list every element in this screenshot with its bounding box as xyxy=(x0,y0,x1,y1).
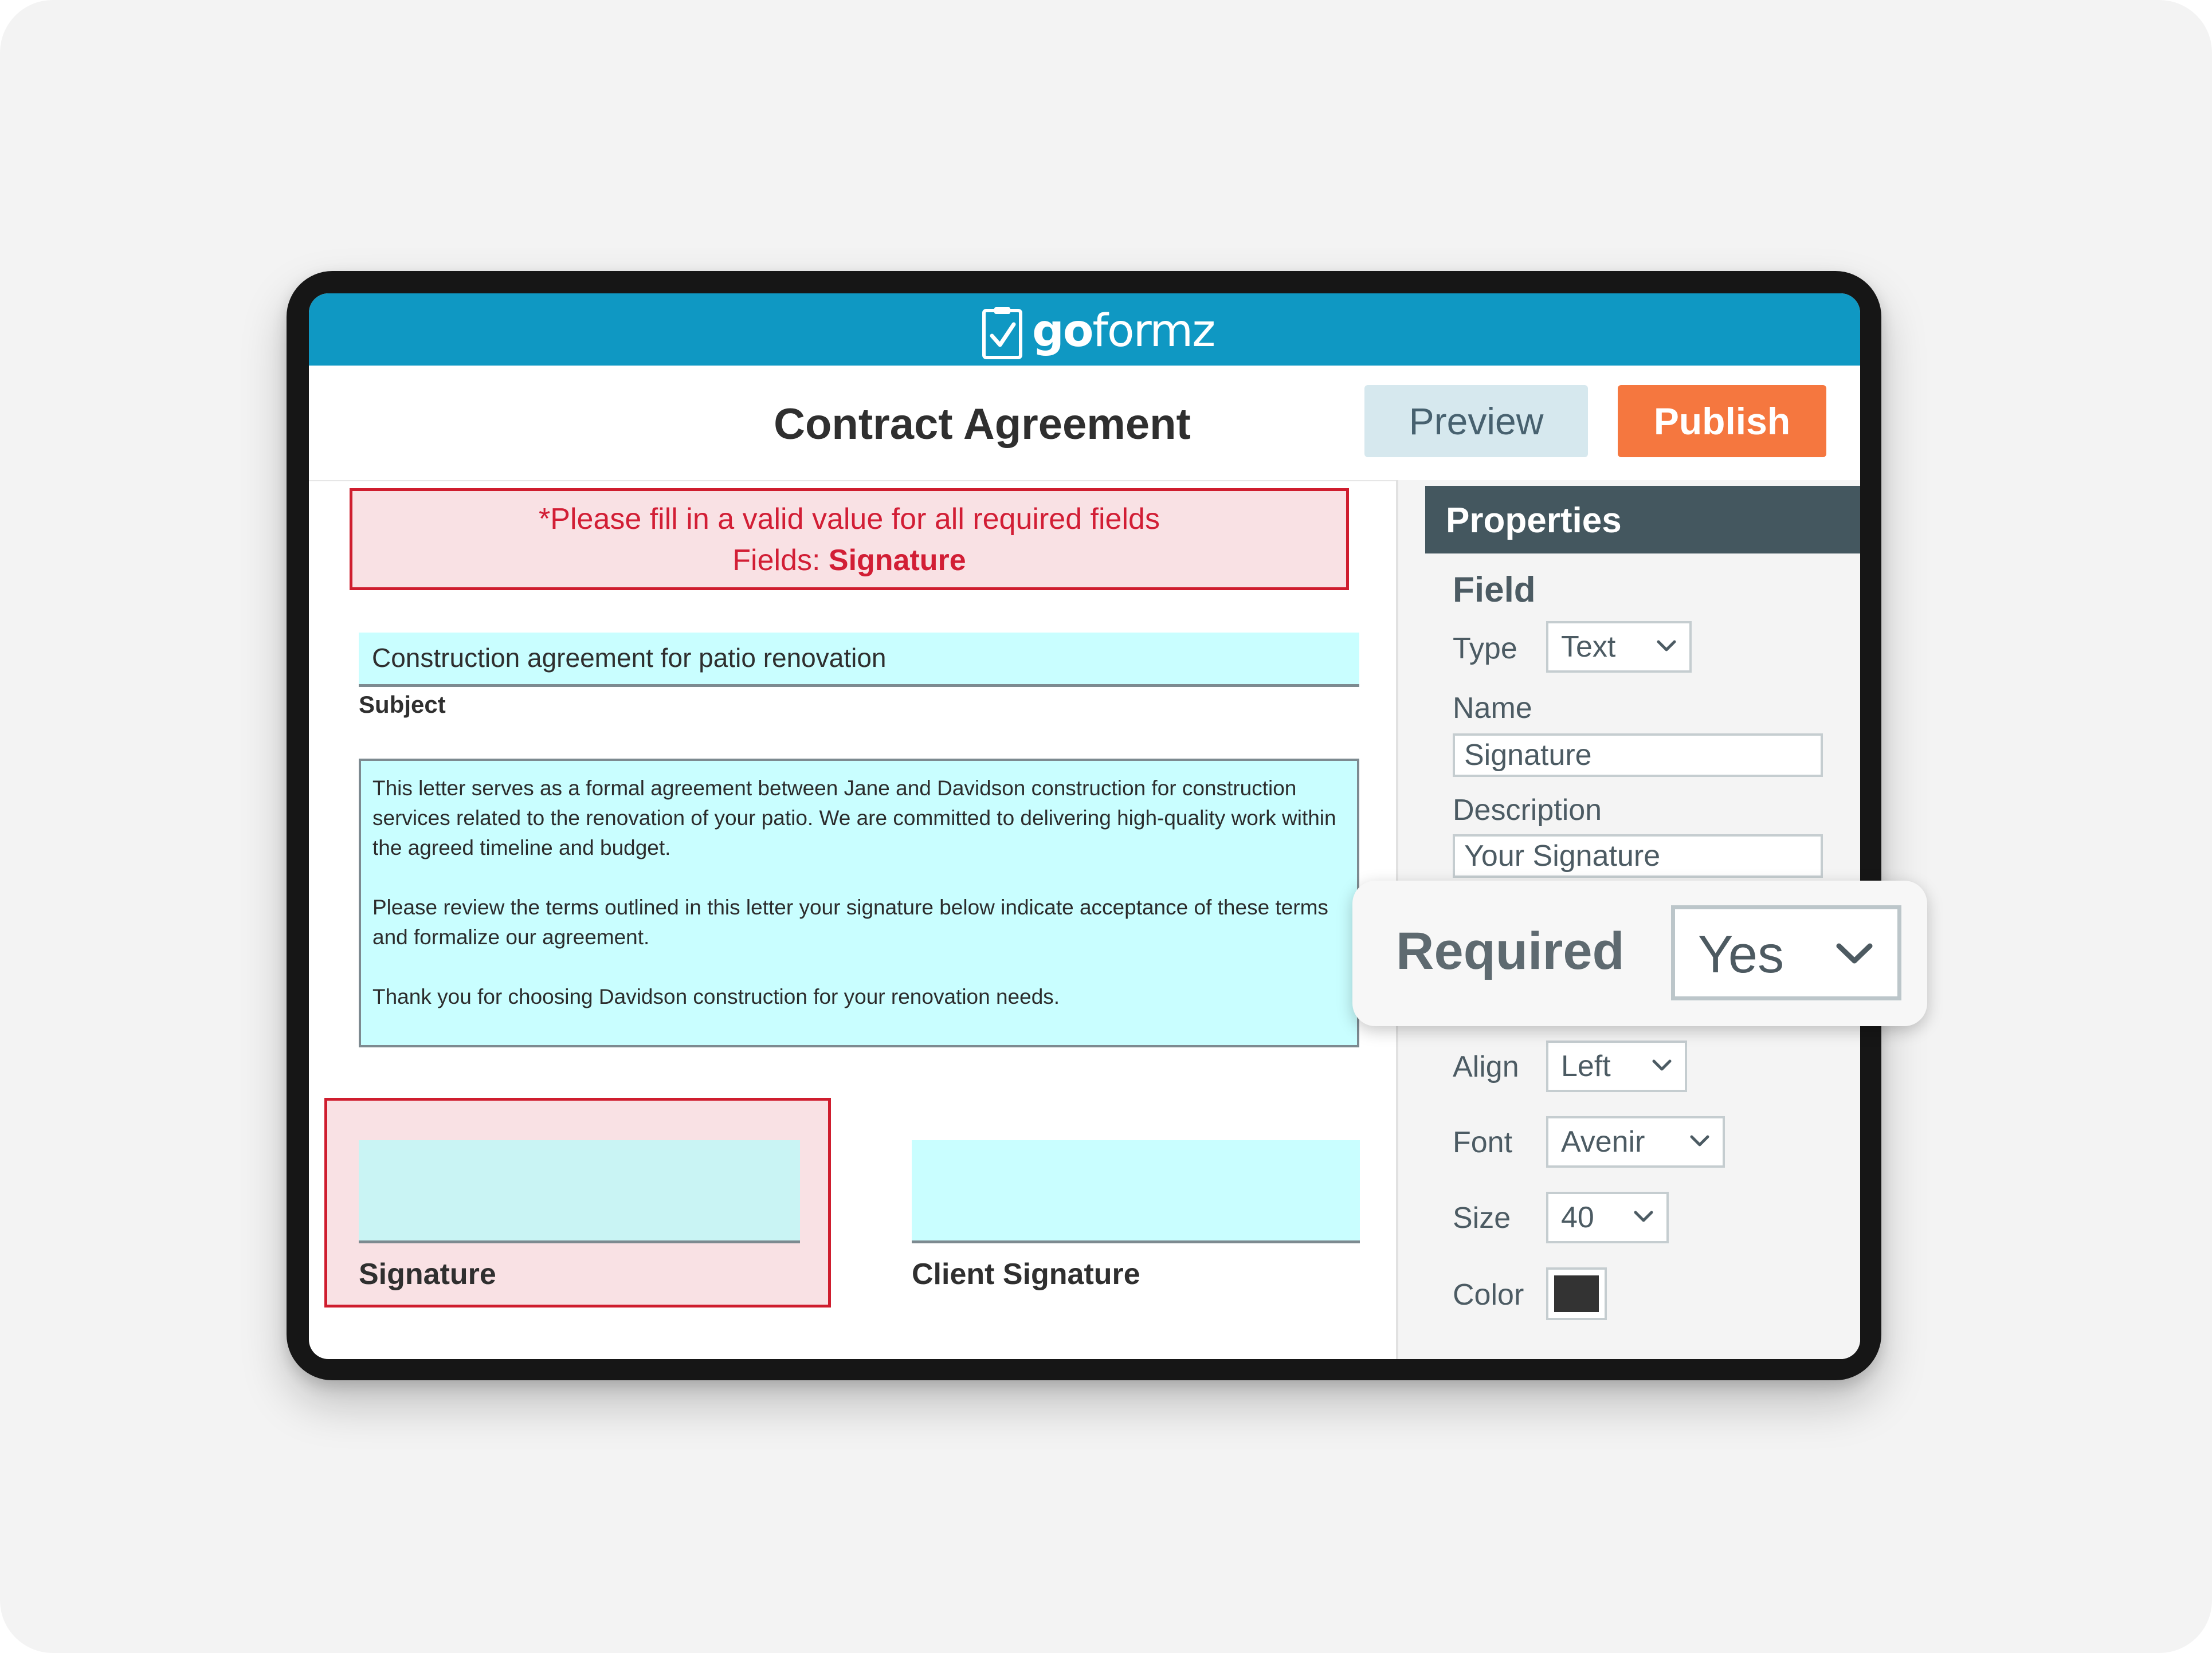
chevron-down-icon xyxy=(1690,1135,1709,1147)
chevron-down-icon xyxy=(1634,1211,1653,1222)
error-message: *Please fill in a valid value for all re… xyxy=(539,502,1160,536)
form-logo-icon xyxy=(982,307,1022,359)
brand-bar: goformz xyxy=(309,293,1860,366)
error-fields-prefix: Fields: xyxy=(732,544,829,577)
type-value: Text xyxy=(1561,630,1616,663)
client-signature-field[interactable] xyxy=(912,1140,1360,1243)
letter-paragraph: This letter serves as a formal agreement… xyxy=(372,776,1336,859)
size-label: Size xyxy=(1453,1202,1511,1235)
signature-field[interactable] xyxy=(359,1140,800,1243)
error-fields: Fields: Signature xyxy=(352,541,1346,579)
font-value: Avenir xyxy=(1561,1125,1645,1159)
logo-text-bold: go xyxy=(1032,305,1093,357)
logo-text-regular: formz xyxy=(1092,305,1215,357)
app-screen: goformz Contract Agreement Preview Publi… xyxy=(309,293,1860,1359)
letter-paragraph: Please review the terms outlined in this… xyxy=(372,896,1328,949)
font-select[interactable]: Avenir xyxy=(1546,1116,1725,1168)
chevron-down-icon xyxy=(1652,1059,1672,1071)
size-value: 40 xyxy=(1561,1201,1594,1234)
color-swatch-fill xyxy=(1554,1275,1599,1312)
align-select[interactable]: Left xyxy=(1546,1041,1687,1092)
required-select[interactable]: Yes xyxy=(1671,905,1901,1000)
subject-value: Construction agreement for patio renovat… xyxy=(372,643,887,673)
validation-error-banner: *Please fill in a valid value for all re… xyxy=(350,488,1349,590)
client-signature-label: Client Signature xyxy=(912,1258,1140,1291)
description-label: Description xyxy=(1453,794,1602,827)
required-callout: Required Yes xyxy=(1352,881,1927,1026)
color-label: Color xyxy=(1453,1278,1524,1312)
font-label: Font xyxy=(1453,1126,1513,1159)
error-field-name: Signature xyxy=(828,544,966,577)
publish-button[interactable]: Publish xyxy=(1618,385,1826,457)
required-value: Yes xyxy=(1698,925,1784,984)
letter-paragraph: Thank you for choosing Davidson construc… xyxy=(372,985,1060,1008)
title-bar: Contract Agreement Preview Publish xyxy=(309,366,1860,481)
logo-wordmark: goformz xyxy=(1032,305,1215,357)
name-input[interactable]: Signature xyxy=(1453,733,1823,777)
preview-button[interactable]: Preview xyxy=(1364,385,1588,457)
chevron-down-icon xyxy=(1657,640,1676,651)
field-section-label: Field xyxy=(1453,570,1536,610)
name-value: Signature xyxy=(1464,739,1592,772)
subject-label: Subject xyxy=(359,691,446,718)
page-title: Contract Agreement xyxy=(774,400,1191,449)
letter-body-textarea[interactable]: This letter serves as a formal agreement… xyxy=(359,759,1359,1047)
align-label: Align xyxy=(1453,1050,1519,1083)
size-select[interactable]: 40 xyxy=(1546,1192,1669,1243)
required-label: Required xyxy=(1396,922,1625,980)
color-swatch[interactable] xyxy=(1546,1267,1607,1320)
name-label: Name xyxy=(1453,692,1532,725)
signature-label: Signature xyxy=(359,1258,496,1291)
align-value: Left xyxy=(1561,1050,1611,1083)
description-input[interactable]: Your Signature xyxy=(1453,834,1823,878)
chevron-down-icon xyxy=(1836,943,1873,964)
type-select[interactable]: Text xyxy=(1546,621,1692,673)
properties-header: Properties xyxy=(1425,486,1860,553)
description-value: Your Signature xyxy=(1464,839,1661,873)
goformz-logo: goformz xyxy=(982,303,1215,360)
type-label: Type xyxy=(1453,632,1517,665)
subject-input[interactable]: Construction agreement for patio renovat… xyxy=(359,633,1359,687)
properties-title: Properties xyxy=(1446,501,1622,540)
